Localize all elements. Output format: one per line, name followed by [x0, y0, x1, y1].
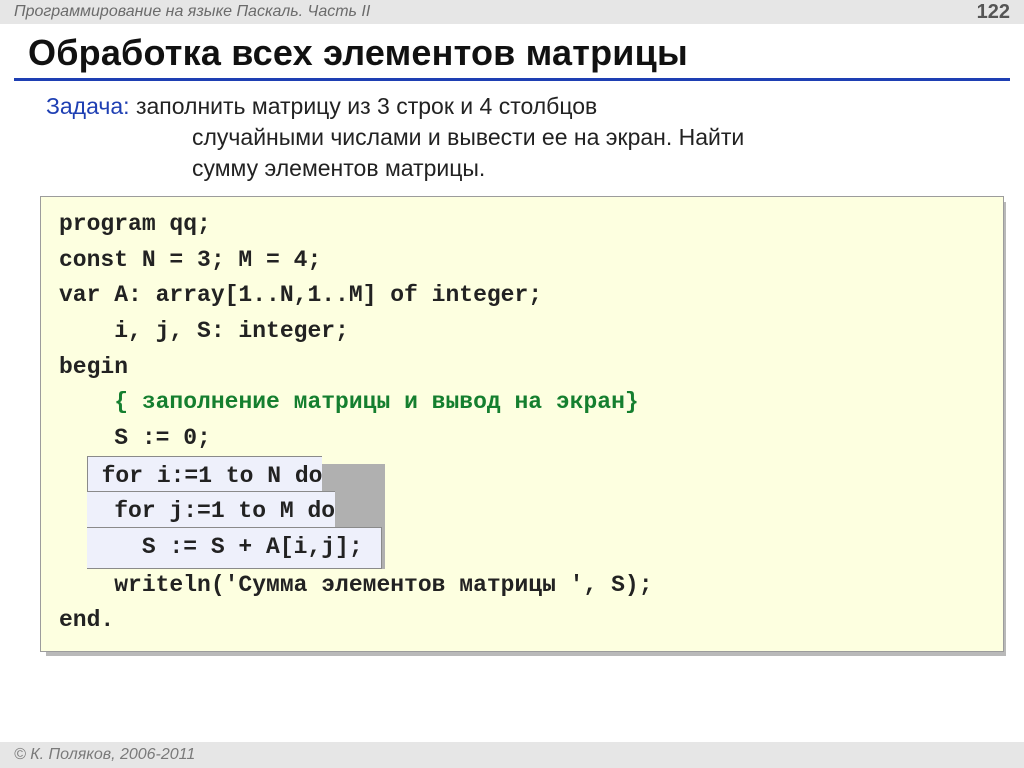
- code-line-9: writeln('Сумма элементов матрицы ', S);: [59, 572, 653, 598]
- code-box: program qq; const N = 3; M = 4; var A: a…: [40, 196, 1004, 652]
- inner-line-3: S := S + A[i,j];: [87, 534, 363, 560]
- code-comment: { заполнение матрицы и вывод на экран}: [114, 389, 639, 415]
- course-title: Программирование на языке Паскаль. Часть…: [14, 3, 370, 21]
- code-container: program qq; const N = 3; M = 4; var A: a…: [40, 196, 1004, 652]
- code-line-7: S := 0;: [59, 425, 211, 451]
- title-underline: [14, 78, 1010, 81]
- code-comment-indent: [59, 389, 114, 415]
- footer: © К. Поляков, 2006-2011: [0, 742, 1024, 768]
- task-line-2: случайными числами и вывести ее на экран…: [46, 122, 996, 153]
- topbar: Программирование на языке Паскаль. Часть…: [0, 0, 1024, 24]
- inner-line-2: for j:=1 to M do: [87, 498, 335, 524]
- inner-line-1: for i:=1 to N do: [102, 463, 323, 489]
- task-block: Задача: заполнить матрицу из 3 строк и 4…: [0, 87, 1024, 192]
- page-title: Обработка всех элементов матрицы: [0, 24, 1024, 78]
- task-label: Задача:: [46, 93, 130, 119]
- code-line-10: end.: [59, 607, 114, 633]
- code-line-2: const N = 3; M = 4;: [59, 247, 321, 273]
- code-line-4: i, j, S: integer;: [59, 318, 349, 344]
- slide: Программирование на языке Паскаль. Часть…: [0, 0, 1024, 768]
- inner-code-wrap: for i:=1 to N do for j:=1 to M do S := S…: [87, 459, 382, 566]
- code-line-3: var A: array[1..N,1..M] of integer;: [59, 282, 542, 308]
- code-line-5: begin: [59, 354, 128, 380]
- copyright: © К. Поляков, 2006-2011: [14, 746, 195, 764]
- task-line-1: заполнить матрицу из 3 строк и 4 столбцо…: [130, 93, 598, 119]
- page-number: 122: [977, 1, 1010, 24]
- code-line-1: program qq;: [59, 211, 211, 237]
- task-line-3: сумму элементов матрицы.: [46, 153, 996, 184]
